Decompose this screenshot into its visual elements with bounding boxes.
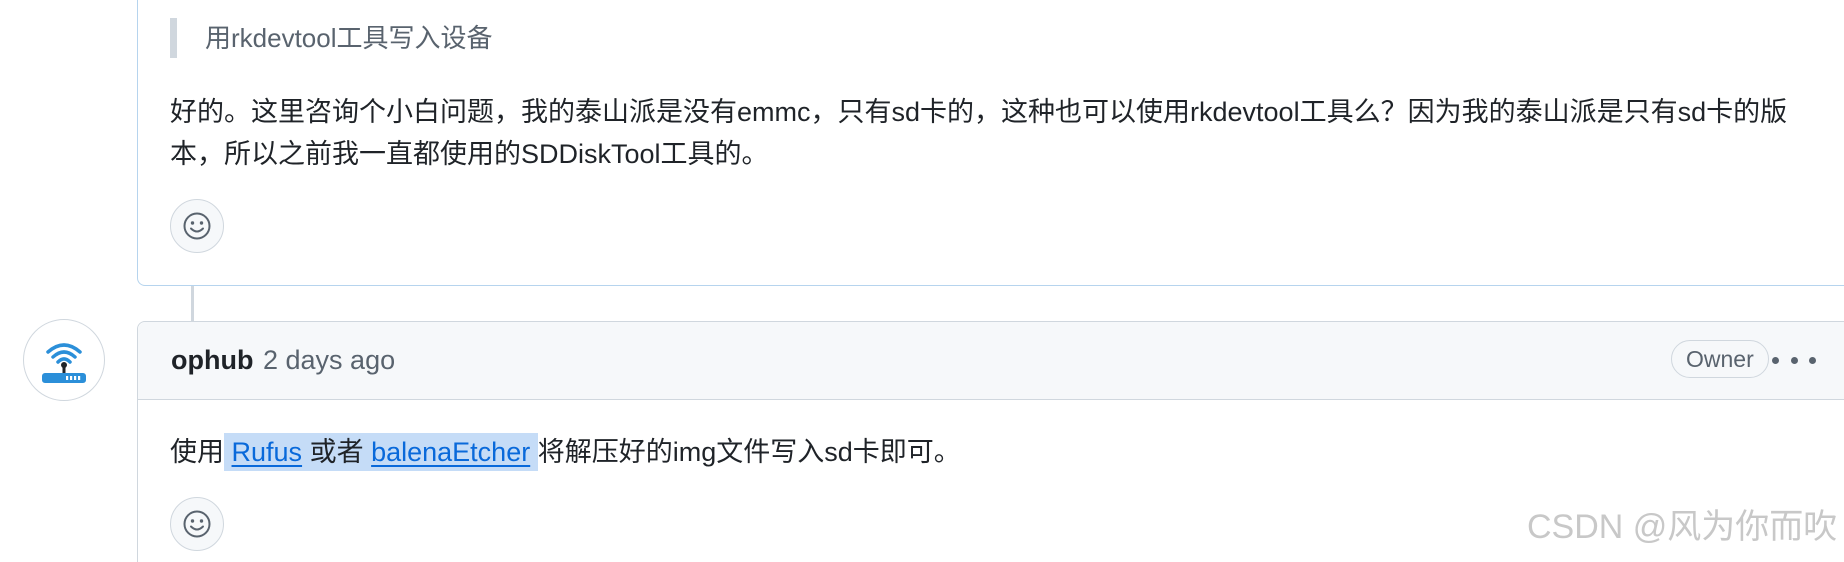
body-prefix: 使用 (170, 437, 224, 467)
balenaetcher-link[interactable]: balenaEtcher (371, 437, 530, 467)
comment-options-button[interactable] (1772, 342, 1816, 378)
wifi-router-icon (42, 343, 86, 383)
watermark: CSDN @风为你而吹 (1527, 508, 1838, 546)
body-middle: 或者 (309, 437, 364, 467)
smiley-icon (183, 212, 211, 240)
avatar[interactable] (23, 319, 105, 401)
kebab-horizontal-icon (1772, 356, 1816, 364)
blockquote-text: 用rkdevtool工具写入设备 (205, 23, 493, 53)
comment-paragraph: 好的。这里咨询个小白问题，我的泰山派是没有emmc，只有sd卡的，这种也可以使用… (170, 97, 1788, 169)
timeline-connector (191, 286, 194, 322)
comment-body: 使用 Rufus 或者 balenaEtcher 将解压好的img文件写入sd卡… (170, 431, 961, 473)
comment-author[interactable]: ophub (171, 342, 253, 378)
issue-timeline: 用rkdevtool工具写入设备 好的。这里咨询个小白问题，我的泰山派是没有em… (0, 0, 1844, 562)
comment-header: ophub 2 days ago Owner (138, 322, 1844, 400)
text-selection: Rufus 或者 balenaEtcher (224, 433, 538, 471)
add-reaction-button[interactable] (170, 199, 224, 253)
smiley-icon (183, 510, 211, 538)
owner-badge: Owner (1671, 340, 1769, 378)
comment-timestamp[interactable]: 2 days ago (263, 342, 395, 378)
add-reaction-button[interactable] (170, 497, 224, 551)
rufus-link[interactable]: Rufus (232, 437, 303, 467)
blockquote: 用rkdevtool工具写入设备 (170, 18, 493, 58)
body-suffix: 将解压好的img文件写入sd卡即可。 (537, 437, 961, 467)
